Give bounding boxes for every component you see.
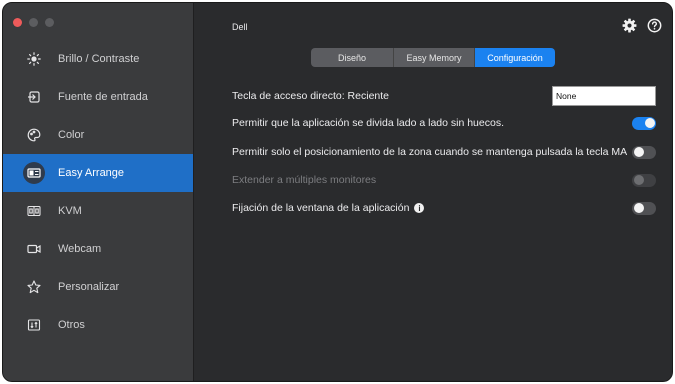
sidebar-item-color[interactable]: Color bbox=[3, 116, 193, 154]
pin-window-label: Fijación de la ventana de la aplicación bbox=[232, 202, 410, 214]
sidebar-item-brillo-contraste[interactable]: Brillo / Contraste bbox=[3, 40, 193, 78]
sidebar-item-label: Webcam bbox=[58, 243, 102, 255]
gear-icon[interactable] bbox=[621, 17, 637, 33]
zone-shift-label: Permitir solo el posicionamiento de la z… bbox=[232, 146, 628, 158]
tab-bar: Diseño Easy Memory Configuración bbox=[311, 48, 555, 67]
hotkey-input[interactable] bbox=[552, 86, 656, 106]
minimize-window-button[interactable] bbox=[29, 18, 38, 27]
app-title: Dell bbox=[232, 22, 248, 32]
app-window: Brillo / Contraste Fuente de entrada Col… bbox=[2, 2, 673, 382]
setting-extend-monitors: Extender a múltiples monitores bbox=[232, 170, 656, 190]
sidebar-item-otros[interactable]: Otros bbox=[3, 306, 193, 344]
sidebar-item-personalizar[interactable]: Personalizar bbox=[3, 268, 193, 306]
pin-window-toggle[interactable] bbox=[632, 201, 656, 215]
setting-pin-window: Fijación de la ventana de la aplicación … bbox=[232, 198, 656, 218]
setting-hotkey: Tecla de acceso directo: Reciente bbox=[232, 86, 656, 106]
sidebar-item-fuente-de-entrada[interactable]: Fuente de entrada bbox=[3, 78, 193, 116]
info-icon[interactable]: i bbox=[414, 203, 425, 213]
main-panel: Dell Diseño Easy Memory Configuración Te… bbox=[194, 3, 672, 381]
sidebar-item-label: Otros bbox=[58, 319, 85, 331]
sidebar-item-easy-arrange[interactable]: Easy Arrange bbox=[3, 154, 193, 192]
tab-easy-memory[interactable]: Easy Memory bbox=[394, 48, 475, 67]
setting-zone-shift: Permitir solo el posicionamiento de la z… bbox=[232, 142, 656, 162]
sidebar-item-label: Brillo / Contraste bbox=[58, 53, 140, 65]
sidebar-item-label: Personalizar bbox=[58, 281, 120, 293]
tab-diseno[interactable]: Diseño bbox=[311, 48, 394, 67]
toggle-knob bbox=[644, 118, 655, 128]
split-no-gaps-label: Permitir que la aplicación se divida lad… bbox=[232, 117, 504, 129]
hotkey-label: Tecla de acceso directo: Reciente bbox=[232, 90, 390, 102]
sidebar-item-label: Color bbox=[58, 129, 85, 141]
sidebar-item-label: KVM bbox=[58, 205, 82, 217]
toggle-knob bbox=[633, 147, 644, 157]
kvm-icon bbox=[23, 200, 45, 222]
sidebar-item-label: Fuente de entrada bbox=[58, 91, 148, 103]
window-controls bbox=[13, 18, 54, 27]
sidebar-item-kvm[interactable]: KVM bbox=[3, 192, 193, 230]
input-source-icon bbox=[23, 86, 45, 108]
toggle-knob bbox=[633, 175, 644, 185]
easy-arrange-icon bbox=[23, 162, 45, 184]
close-window-button[interactable] bbox=[13, 18, 22, 27]
sidebar-item-label: Easy Arrange bbox=[58, 167, 125, 179]
split-no-gaps-toggle[interactable] bbox=[632, 116, 656, 130]
brightness-icon bbox=[23, 48, 45, 70]
setting-split-no-gaps: Permitir que la aplicación se divida lad… bbox=[232, 113, 656, 133]
help-icon[interactable] bbox=[646, 17, 662, 33]
toggle-knob bbox=[633, 203, 644, 213]
sidebar-item-webcam[interactable]: Webcam bbox=[3, 230, 193, 268]
others-icon bbox=[23, 314, 45, 336]
palette-icon bbox=[23, 124, 45, 146]
star-icon bbox=[23, 276, 45, 298]
tab-configuracion[interactable]: Configuración bbox=[475, 48, 555, 67]
zone-shift-toggle[interactable] bbox=[632, 145, 656, 159]
zoom-window-button[interactable] bbox=[45, 18, 54, 27]
extend-monitors-toggle bbox=[632, 173, 656, 187]
sidebar: Brillo / Contraste Fuente de entrada Col… bbox=[3, 3, 194, 381]
extend-monitors-label: Extender a múltiples monitores bbox=[232, 174, 377, 186]
webcam-icon bbox=[23, 238, 45, 260]
